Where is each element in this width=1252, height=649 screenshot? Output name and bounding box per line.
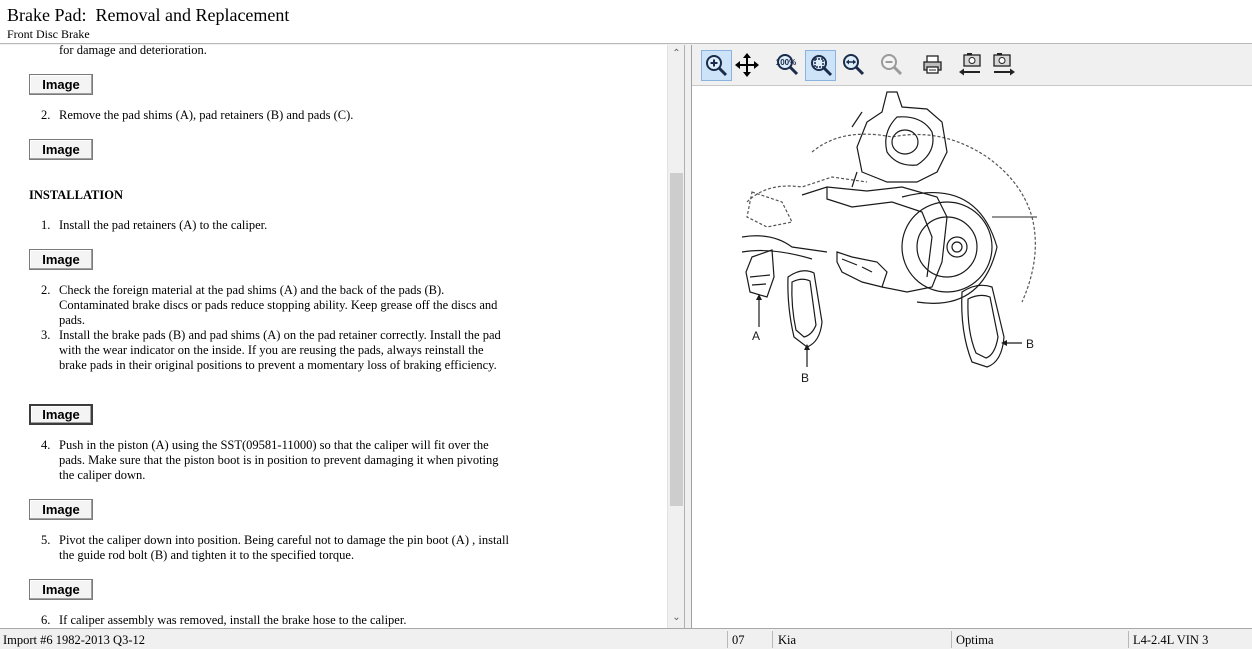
image-button[interactable]: Image: [29, 139, 93, 160]
label-a: A: [752, 329, 760, 343]
step-number: 3.: [41, 328, 51, 342]
status-model: Optima: [956, 633, 994, 647]
step-number: 5.: [41, 533, 51, 547]
install-step-4-text: Push in the piston (A) using the SST(095…: [59, 438, 499, 482]
actual-size-icon: 100%: [776, 54, 799, 76]
status-divider: [1128, 631, 1129, 648]
step-number: 4.: [41, 438, 51, 452]
step-number: 2.: [41, 108, 51, 122]
fit-window-icon: [811, 55, 833, 77]
fit-width-button[interactable]: [838, 50, 869, 81]
next-image-icon: [993, 53, 1015, 76]
zoom-out-button[interactable]: [876, 50, 907, 81]
image-button[interactable]: Image: [29, 249, 93, 270]
image-button[interactable]: Image: [29, 74, 93, 95]
status-make: Kia: [778, 633, 797, 647]
status-divider: [772, 631, 773, 648]
status-source: Import #6 1982-2013 Q3-12: [3, 633, 145, 647]
zoom-out-icon: [881, 54, 903, 76]
cut-off-text-line: for damage and deterioration.: [59, 45, 207, 57]
removal-step-2-text: Remove the pad shims (A), pad retainers …: [59, 108, 354, 122]
brake-caliper-illustration: A B B: [741, 91, 1037, 385]
image-button[interactable]: Image: [29, 499, 93, 520]
label-b-right: B: [1026, 337, 1034, 351]
svg-text:100%: 100%: [776, 58, 796, 67]
label-b-middle: B: [801, 371, 809, 385]
procedure-text-pane: for damage and deterioration. Image 2. R…: [0, 45, 685, 628]
image-viewer-pane: 100% A B B: [691, 45, 1252, 628]
status-engine: L4-2.4L VIN 3: [1133, 633, 1209, 647]
install-step-3-text: Install the brake pads (B) and pad shims…: [59, 328, 501, 372]
page-title: Brake Pad: Removal and Replacement: [7, 5, 290, 25]
install-step-1-text: Install the pad retainers (A) to the cal…: [59, 218, 268, 232]
brake-diagram-view[interactable]: A B B: [692, 87, 1252, 628]
scrollbar-thumb[interactable]: [670, 173, 683, 506]
zoom-in-icon: [706, 55, 728, 77]
step-number: 2.: [41, 283, 51, 297]
pan-arrows-icon: [735, 53, 759, 77]
status-year: 07: [732, 633, 745, 647]
install-step-6-text: If caliper assembly was removed, install…: [59, 613, 407, 627]
next-image-button[interactable]: [989, 50, 1020, 81]
zoom-in-button[interactable]: [701, 50, 732, 81]
step-number: 6.: [41, 613, 51, 627]
previous-image-button[interactable]: [956, 50, 987, 81]
pan-button[interactable]: [732, 50, 763, 81]
image-button[interactable]: Image: [29, 404, 93, 425]
page-subtitle: Front Disc Brake: [7, 27, 90, 41]
previous-image-icon: [959, 53, 981, 76]
status-divider: [951, 631, 952, 648]
image-toolbar: 100%: [692, 45, 1252, 86]
step-number: 1.: [41, 218, 51, 232]
status-divider: [727, 631, 728, 648]
printer-icon: [923, 55, 942, 74]
actual-size-button[interactable]: 100%: [772, 50, 803, 81]
scroll-up-icon[interactable]: ⌃: [668, 47, 684, 61]
scroll-down-icon[interactable]: ⌄: [668, 611, 684, 625]
installation-heading: INSTALLATION: [29, 188, 124, 202]
document-header: Brake Pad: Removal and Replacement Front…: [0, 0, 1252, 44]
status-bar: Import #6 1982-2013 Q3-12 07 Kia Optima …: [0, 628, 1252, 649]
install-step-5-text: Pivot the caliper down into position. Be…: [59, 533, 509, 562]
vertical-scrollbar[interactable]: ⌃ ⌄: [667, 45, 684, 628]
fit-width-icon: [843, 54, 865, 76]
install-step-2-text: Check the foreign material at the pad sh…: [59, 283, 498, 327]
procedure-text-content: for damage and deterioration. Image 2. R…: [0, 45, 667, 628]
image-button[interactable]: Image: [29, 579, 93, 600]
fit-window-button[interactable]: [805, 50, 836, 81]
print-button[interactable]: [918, 50, 949, 81]
